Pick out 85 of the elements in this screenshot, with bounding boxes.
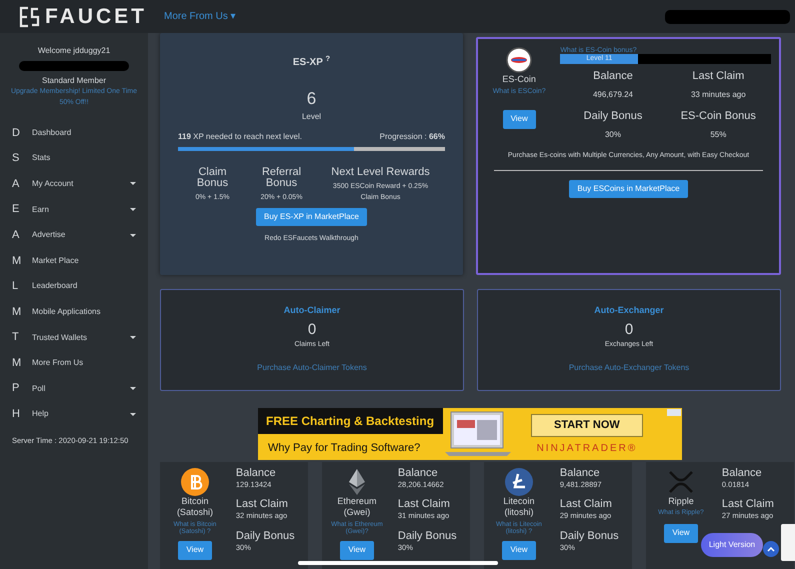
card-title: ES-XP $^{?}$ [292, 55, 332, 70]
stat-label: Claim Bonus [196, 167, 230, 189]
stat-label: Daily Bonus [236, 530, 296, 542]
count-value: 0 [624, 322, 634, 336]
ad-banner[interactable]: FREE Charting & Backtesting Why Pay for Trading Software? START NOW NINJATRADER® [258, 408, 682, 460]
sidebar-item[interactable]: M Market Place [0, 248, 148, 274]
view-button[interactable]: View [178, 540, 212, 560]
card-title: Auto-Claimer [282, 304, 342, 317]
stat-label: Last Claim [236, 499, 289, 510]
purchase-link[interactable]: Purchase Auto-Claimer Tokens [257, 362, 367, 374]
ad-brand-text: NINJATRADER® [536, 442, 638, 456]
view-button[interactable]: View [340, 540, 374, 560]
currency-name: Ripple [667, 496, 695, 508]
sidebar-item[interactable]: M More From Us [0, 350, 148, 376]
stat-value: 55% [709, 128, 728, 140]
ad-subline: Why Pay for Trading Software? [267, 441, 422, 456]
sidebar-item[interactable]: E Earn [0, 196, 148, 222]
view-button[interactable]: View [502, 540, 536, 560]
more-from-us-menu[interactable]: More From Us ▾ [164, 9, 236, 24]
currency-name: Ethereum (Gwei) [336, 496, 378, 518]
menu-letter: L [12, 279, 20, 294]
sidebar-item[interactable]: D Dashboard [0, 120, 148, 146]
card-title: Auto-Exchanger [593, 304, 665, 317]
stat-value: 496,679.24 [592, 88, 634, 100]
count-value: 0 [306, 322, 318, 336]
coin-name: ES-Coin [501, 73, 537, 86]
stat-label: Daily Bonus [560, 530, 620, 542]
stat-label: Next Level Rewards [330, 167, 431, 178]
menu-letter: S [12, 151, 20, 166]
litecoin-icon [504, 468, 533, 496]
level-value: 6 [306, 90, 318, 107]
progression-text: Progression : 66% [380, 131, 445, 143]
xp-needed-text: 119 XP needed to reach next level. [178, 131, 302, 143]
stat-label: Balance [236, 468, 277, 479]
sidebar-item[interactable]: S Stats [0, 146, 148, 172]
menu-letter: E [12, 202, 20, 218]
view-button[interactable]: View [664, 524, 698, 544]
stat-value: 33 minutes ago [690, 88, 747, 100]
stat-label: Last Claim [398, 499, 451, 510]
recaptcha-badge [781, 524, 795, 561]
currency-name: Bitcoin (Satoshi) [176, 496, 214, 518]
sidebar-item[interactable]: P Poll [0, 376, 148, 402]
stat-label: Balance [398, 468, 439, 479]
ad-headline: FREE Charting & Backtesting [258, 408, 443, 434]
logo-text: FAUCET [45, 6, 147, 27]
stat-label: Daily Bonus [398, 530, 458, 542]
level-label: Level [300, 111, 322, 123]
menu-letter: M [12, 304, 22, 320]
sidebar-item[interactable]: M Mobile Applications [0, 299, 148, 325]
menu-letter: P [12, 381, 20, 396]
sidebar-item[interactable]: T Trusted Wallets [0, 324, 148, 350]
stat-label: Referral Bonus [260, 167, 302, 189]
sidebar-item[interactable]: H Help [0, 402, 148, 428]
stat-label: Balance [592, 69, 634, 84]
view-button[interactable]: View [502, 110, 536, 129]
buy-xp-button[interactable]: Buy ES-XP in MarketPlace [256, 208, 367, 226]
sidebar-item[interactable]: L Leaderboard [0, 274, 148, 300]
menu-letter: A [12, 228, 20, 243]
sidebar-item[interactable]: A Advertise [0, 222, 148, 248]
coin-logo-icon [506, 47, 532, 73]
currency-name: Litecoin (litoshi) [502, 496, 536, 518]
menu-letter: M [12, 356, 22, 371]
stat-label: Daily Bonus [582, 109, 644, 124]
chevron-up-icon [767, 546, 775, 552]
stat-label: Last Claim [722, 499, 775, 510]
stat-value: 30% [604, 128, 622, 140]
bitcoin-icon [180, 468, 209, 496]
logo-icon [18, 6, 42, 28]
buy-escoins-button[interactable]: Buy ESCoins in MarketPlace [569, 180, 688, 198]
ad-start-button: START NOW [531, 414, 643, 436]
sidebar-item[interactable]: A My Account [0, 171, 148, 197]
stat-label: Balance [560, 468, 601, 479]
menu-letter: M [12, 254, 22, 269]
menu-letter: D [12, 126, 21, 141]
menu-letter: A [12, 176, 20, 192]
stat-label: Last Claim [691, 69, 746, 84]
purchase-link[interactable]: Purchase Auto-Exchanger Tokens [568, 362, 690, 374]
light-version-button[interactable]: Light Version [701, 533, 763, 557]
stat-label: Balance [722, 468, 763, 479]
membership-text: Standard Member [40, 75, 108, 87]
menu-letter: H [12, 407, 21, 422]
stat-label: Last Claim [560, 499, 613, 510]
welcome-text: Welcome jdduggy21 [36, 45, 112, 57]
stat-label: ES-Coin Bonus [680, 109, 757, 124]
menu-letter: T [12, 330, 20, 346]
